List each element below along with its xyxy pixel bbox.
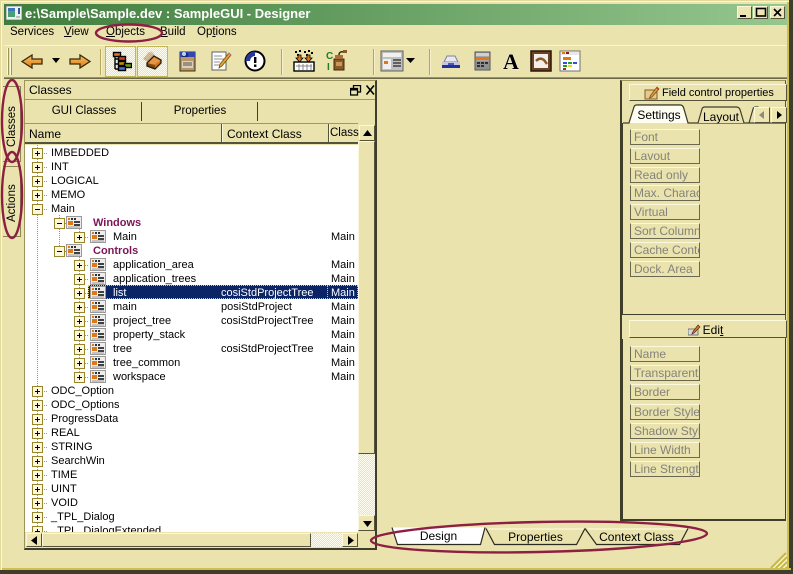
svg-text:C: C [326, 51, 333, 62]
svg-text:I: I [327, 62, 330, 73]
svg-text:A: A [503, 49, 519, 73]
